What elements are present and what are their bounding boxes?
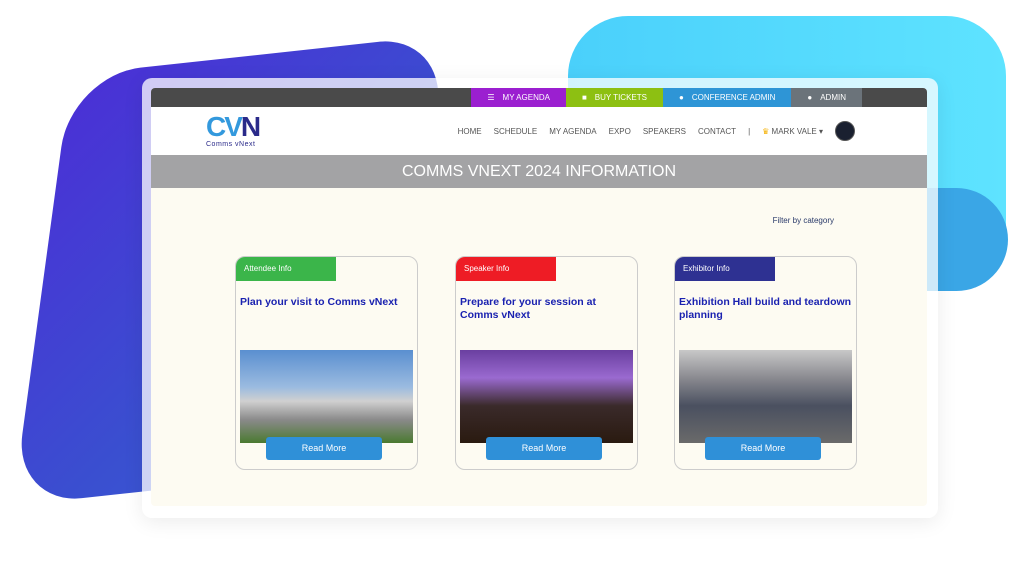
buy-tickets-button[interactable]: ■ BUY TICKETS [565,88,663,107]
nav-schedule[interactable]: SCHEDULE [494,127,538,136]
user-menu[interactable]: ♛ MARK VALE ▾ [762,127,823,136]
user-icon: ● [807,93,813,102]
info-card: Exhibitor Info Exhibition Hall build and… [674,256,857,470]
nav-my-agenda[interactable]: MY AGENDA [549,127,596,136]
admin-button[interactable]: ● ADMIN [791,88,862,107]
category-tag: Speaker Info [456,257,556,281]
page-title: COMMS VNEXT 2024 INFORMATION [151,155,927,188]
nav-contact[interactable]: CONTACT [698,127,736,136]
exhibition-image [679,350,852,443]
bag-icon: ■ [581,93,587,102]
card-title[interactable]: Prepare for your session at Comms vNext [456,281,637,350]
card-title[interactable]: Plan your visit to Comms vNext [236,281,417,350]
speaker-image [460,350,633,443]
logo-text: Comms vNext [206,141,256,148]
nav-separator: | [748,126,751,136]
hotel-image [240,350,413,443]
conference-admin-button[interactable]: ● CONFERENCE ADMIN [662,88,792,107]
my-agenda-button[interactable]: ☰ MY AGENDA [471,88,566,107]
read-more-button[interactable]: Read More [266,437,382,460]
logo[interactable]: CVN Comms vNext [206,113,278,151]
caret-down-icon: ▾ [818,126,823,136]
crown-icon: ♛ [762,126,770,136]
avatar[interactable] [835,121,855,141]
label: CONFERENCE ADMIN [691,93,776,102]
user-icon: ● [678,93,684,102]
category-tag: Attendee Info [236,257,336,281]
nav-speakers[interactable]: SPEAKERS [643,127,686,136]
top-bar: ☰ MY AGENDA ■ BUY TICKETS ● CONFERENCE ADMI… [151,88,927,107]
filter-by-category[interactable]: Filter by category [773,216,834,225]
browser-window: ☰ MY AGENDA ■ BUY TICKETS ● CONFERENCE ADMI… [151,88,927,506]
label: MY AGENDA [502,93,550,102]
list-icon: ☰ [487,93,495,102]
label: ADMIN [820,93,846,102]
read-more-button[interactable]: Read More [486,437,602,460]
logo-mark: CVN [206,111,261,142]
info-card: Attendee Info Plan your visit to Comms v… [235,256,418,470]
read-more-button[interactable]: Read More [705,437,821,460]
nav-expo[interactable]: EXPO [609,127,631,136]
user-name: MARK VALE [771,126,817,136]
nav-home[interactable]: HOME [458,127,482,136]
main-nav: CVN Comms vNext HOME SCHEDULE MY AGENDA … [151,107,927,155]
info-card: Speaker Info Prepare for your session at… [455,256,638,470]
card-title[interactable]: Exhibition Hall build and teardown plann… [675,281,856,350]
category-tag: Exhibitor Info [675,257,775,281]
label: BUY TICKETS [594,93,647,102]
